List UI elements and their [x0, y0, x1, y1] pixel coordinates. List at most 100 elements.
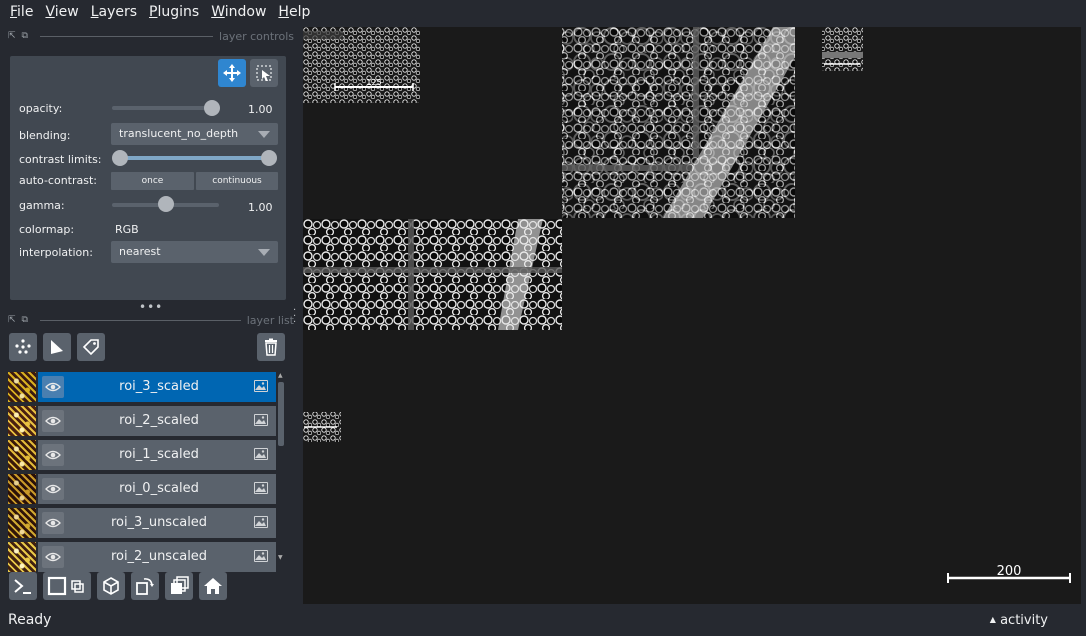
opacity-slider-track[interactable] — [112, 106, 216, 110]
reset-view-button[interactable] — [199, 572, 227, 600]
image-layer-icon — [254, 380, 268, 392]
canvas-svg: 125 200 — [303, 27, 1071, 583]
viewer-canvas[interactable]: 125 200 — [303, 27, 1081, 604]
visibility-toggle[interactable] — [42, 444, 64, 466]
layer-row[interactable]: roi_1_scaled — [8, 440, 276, 470]
menu-bar: File View Layers Plugins Window Help — [0, 0, 1086, 24]
activity-toggle[interactable]: ▲ activity — [990, 613, 1048, 628]
label-tag-icon — [82, 339, 99, 356]
image-layer-icon — [254, 516, 268, 528]
eye-icon — [45, 416, 61, 426]
layer-row[interactable]: roi_3_unscaled — [8, 508, 276, 538]
layer-thumbnail — [8, 372, 36, 402]
layer-thumbnail — [8, 406, 36, 436]
contrast-limits-label: contrast limits: — [19, 153, 102, 166]
layer-controls-panel: opacity: 1.00 blending: translucent_no_d… — [10, 56, 286, 300]
delete-layer-button[interactable] — [257, 333, 285, 361]
home-icon — [204, 578, 222, 594]
layer-row[interactable]: roi_3_scaled — [8, 372, 276, 402]
layer-controls-titlebar: ⇱ ⧉ layer controls — [8, 26, 294, 46]
colormap-value: RGB — [115, 223, 139, 236]
menu-help-label: elp — [288, 4, 311, 20]
interpolation-dropdown[interactable]: nearest — [111, 241, 278, 263]
layer-thumbnail — [8, 508, 36, 538]
scroll-down-icon[interactable]: ▼ — [278, 554, 283, 561]
menu-plugins-label: lugins — [157, 4, 200, 20]
trash-icon — [265, 338, 277, 356]
float-dock-icon[interactable]: ⇱ — [8, 315, 16, 325]
float-dock-icon[interactable]: ⇱ — [8, 31, 16, 41]
menu-view[interactable]: View — [39, 0, 84, 24]
contrast-min-handle[interactable] — [112, 150, 128, 166]
new-shapes-button[interactable] — [43, 333, 71, 361]
scroll-up-icon[interactable]: ▲ — [278, 372, 283, 379]
new-points-button[interactable] — [9, 333, 37, 361]
eye-icon — [45, 484, 61, 494]
blending-dropdown[interactable]: translucent_no_depth — [111, 123, 278, 145]
layer-item-body[interactable]: roi_1_scaled — [38, 440, 276, 470]
layer-row[interactable]: roi_2_unscaled — [8, 542, 276, 572]
menu-help[interactable]: Help — [272, 0, 316, 24]
layer-name: roi_2_unscaled — [110, 549, 208, 564]
contrast-range-track[interactable] — [118, 156, 270, 160]
visibility-toggle[interactable] — [42, 546, 64, 568]
visibility-toggle[interactable] — [42, 410, 64, 432]
layer-name: roi_3_scaled — [119, 379, 199, 394]
layer-row[interactable]: roi_0_scaled — [8, 474, 276, 504]
image-tile-roi-middle — [303, 219, 562, 330]
more-options-icon[interactable]: · · · — [293, 306, 296, 328]
layer-thumbnail — [8, 440, 36, 470]
interpolation-value: nearest — [119, 245, 161, 258]
visibility-toggle[interactable] — [42, 512, 64, 534]
roll-dims-button[interactable] — [131, 572, 159, 600]
rotate-icon — [136, 578, 154, 595]
image-tile-roi-top-left: 125 — [303, 27, 420, 103]
close-dock-icon[interactable]: ⧉ — [22, 31, 28, 41]
pan-zoom-button[interactable] — [218, 59, 246, 87]
caret-up-icon: ▲ — [989, 615, 996, 624]
menu-layers[interactable]: Layers — [85, 0, 143, 24]
status-bar: Ready ▲ activity — [0, 606, 1086, 636]
menu-file[interactable]: File — [4, 0, 39, 24]
layer-name: roi_3_unscaled — [110, 515, 208, 530]
auto-contrast-continuous-button[interactable]: continuous — [196, 172, 278, 190]
new-labels-button[interactable] — [77, 333, 105, 361]
move-arrows-icon — [223, 64, 241, 82]
layer-item-body[interactable]: roi_0_scaled — [38, 474, 276, 504]
grid-view-button[interactable] — [165, 572, 193, 600]
menu-window[interactable]: Window — [205, 0, 272, 24]
auto-contrast-once-button[interactable]: once — [111, 172, 194, 190]
title-divider — [39, 35, 214, 37]
contrast-max-handle[interactable] — [261, 150, 277, 166]
layer-item-body[interactable]: roi_2_scaled — [38, 406, 276, 436]
menu-help-mnemonic: H — [278, 4, 289, 20]
image-layer-icon — [254, 414, 268, 426]
layer-list-scrollbar[interactable]: ▲ ▼ — [277, 372, 285, 562]
image-tile-roi-lower-left — [303, 412, 341, 442]
menu-file-mnemonic: F — [10, 4, 18, 20]
menu-plugins[interactable]: Plugins — [143, 0, 205, 24]
gamma-slider-handle[interactable] — [157, 196, 174, 212]
layer-controls-title: layer controls — [219, 29, 294, 43]
menu-window-mnemonic: W — [211, 4, 225, 20]
transform-select-icon — [256, 65, 272, 81]
scroll-thumb[interactable] — [278, 382, 284, 446]
opacity-value: 1.00 — [248, 103, 273, 116]
opacity-label: opacity: — [19, 102, 63, 115]
layer-row[interactable]: roi_2_scaled — [8, 406, 276, 436]
visibility-toggle[interactable] — [42, 478, 64, 500]
3d-view-button[interactable] — [97, 572, 125, 600]
image-layer-icon — [254, 448, 268, 460]
close-dock-icon[interactable]: ⧉ — [22, 315, 28, 325]
interpolation-label: interpolation: — [19, 246, 93, 259]
ndisplay-toggle-button[interactable] — [43, 572, 91, 600]
visibility-toggle[interactable] — [42, 376, 64, 398]
transform-button[interactable] — [250, 59, 278, 87]
cube-icon — [103, 577, 119, 595]
opacity-slider-handle[interactable] — [204, 100, 220, 116]
layer-item-body[interactable]: roi_2_unscaled — [38, 542, 276, 572]
console-button[interactable] — [9, 572, 37, 600]
layer-item-body[interactable]: roi_3_scaled — [38, 372, 276, 402]
layer-item-body[interactable]: roi_3_unscaled — [38, 508, 276, 538]
left-dock: ⇱ ⧉ layer controls opacity: 1.00 blendin… — [0, 24, 302, 606]
